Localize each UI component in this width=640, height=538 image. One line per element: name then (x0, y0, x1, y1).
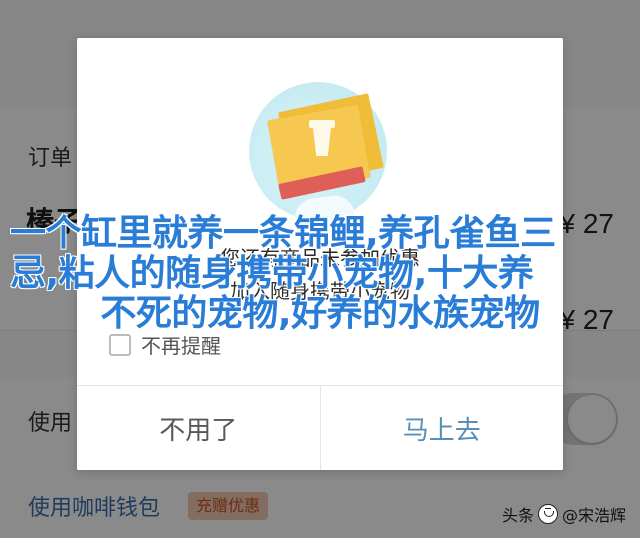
headline-line-3: 不死的宠物,好养的水族宠物 (100, 293, 540, 334)
cup-body (313, 128, 331, 156)
cup-lid (309, 120, 335, 128)
watermark-name: @宋浩辉 (561, 506, 626, 525)
coffee-card-illustration (241, 72, 397, 232)
dont-remind-label: 不再提醒 (141, 334, 221, 358)
headline-line-2: 忌,粘人的随身携带小宠物,十大养 (10, 253, 534, 294)
headline-line-1: 一个缸里就养一条锦鲤,养孔雀鱼三 (10, 213, 556, 254)
toutiao-icon (537, 504, 558, 524)
dont-remind-row[interactable]: 不再提醒 (109, 330, 221, 359)
checkbox-icon[interactable] (109, 333, 131, 356)
app-screen: 订单 榛子 ¥ 27 ¥ 27 使用 使用咖啡钱包 充赠优惠 您还有商品未参加优… (0, 0, 640, 538)
watermark: 头条 @宋浩辉 (502, 502, 626, 526)
modal-actions: 不用了 马上去 (77, 385, 563, 470)
coffee-cup-icon (307, 120, 337, 164)
watermark-brand: 头条 (501, 506, 534, 525)
confirm-button[interactable]: 马上去 (319, 386, 563, 470)
cancel-button[interactable]: 不用了 (77, 386, 320, 470)
overlay-headline: 一个缸里就养一条锦鲤,养孔雀鱼三 忌,粘人的随身携带小宠物,十大养 不死的宠物,… (10, 214, 630, 334)
